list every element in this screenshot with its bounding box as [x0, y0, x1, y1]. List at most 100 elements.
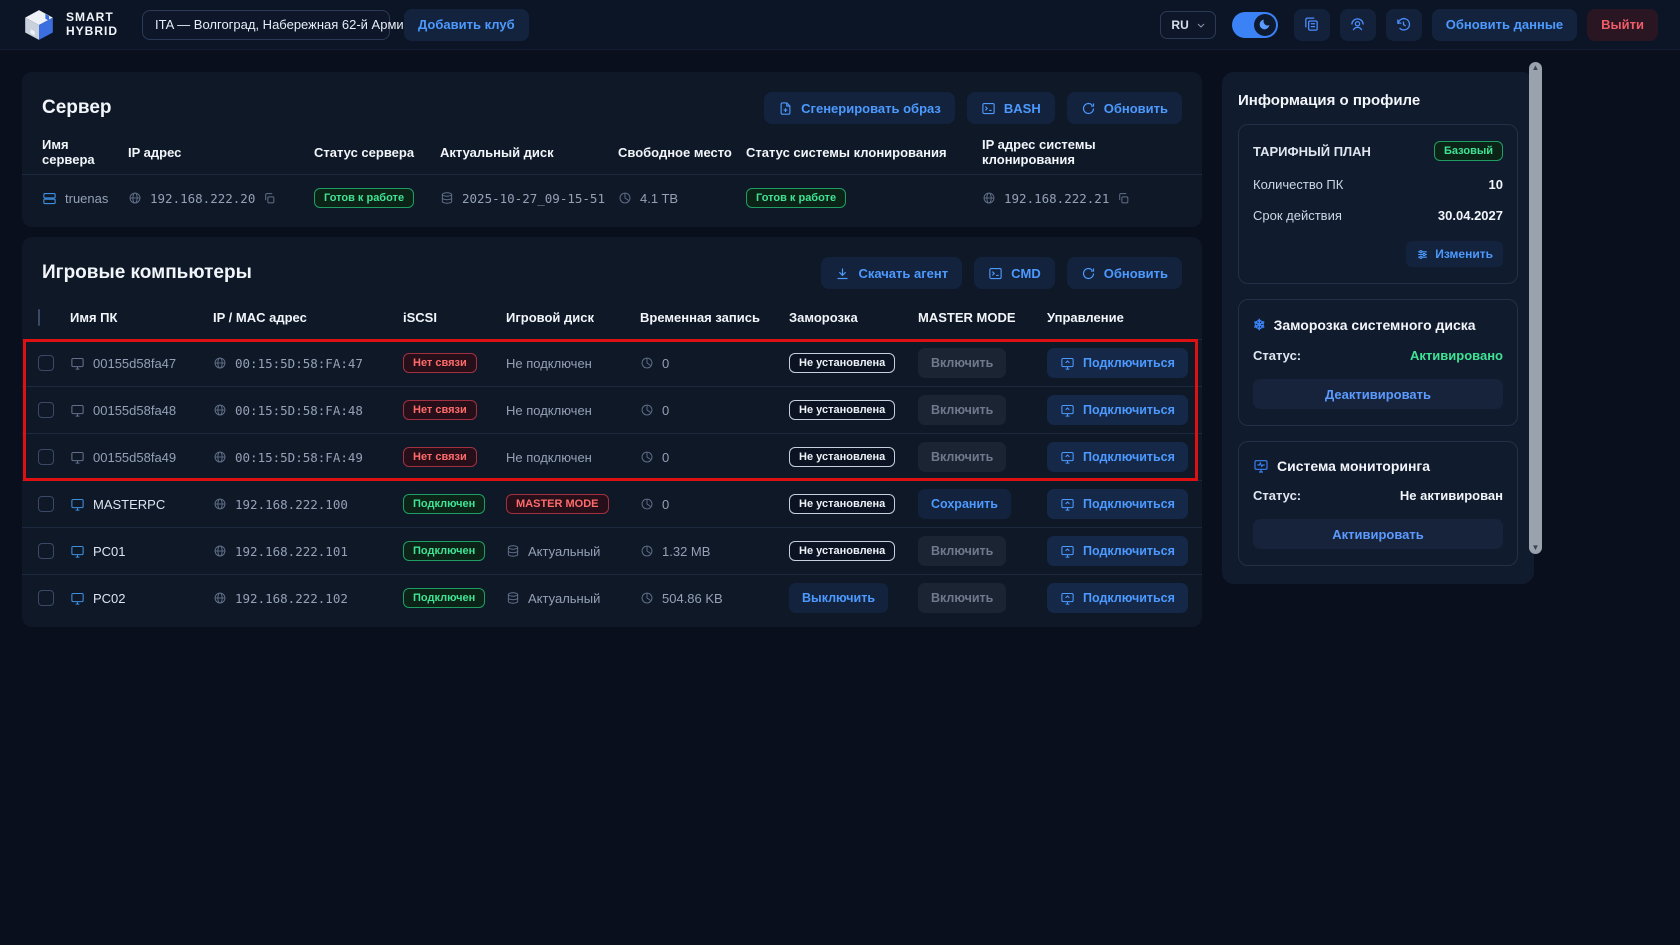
- freeze-status-badge: Не установлена: [789, 400, 895, 420]
- row-checkbox[interactable]: [38, 496, 54, 512]
- temp-record-size: 0: [662, 403, 669, 418]
- connect-monitor-icon: [1060, 356, 1075, 371]
- refresh-icon: [1081, 266, 1096, 281]
- row-checkbox[interactable]: [38, 402, 54, 418]
- server-table-row: truenas 192.168.222.20 Готов к работе 20…: [22, 174, 1202, 221]
- bash-button[interactable]: BASH: [967, 92, 1055, 124]
- download-agent-button[interactable]: Скачать агент: [821, 257, 962, 289]
- row-checkbox[interactable]: [38, 449, 54, 465]
- server-name: truenas: [65, 191, 108, 206]
- history-icon-button[interactable]: [1386, 9, 1422, 41]
- server-ip: 192.168.222.20: [150, 191, 255, 206]
- globe-icon: [213, 450, 227, 464]
- scroll-down-icon[interactable]: ▼: [1532, 544, 1540, 552]
- documents-icon-button[interactable]: [1294, 9, 1330, 41]
- master-mode-button[interactable]: Включить: [918, 348, 1006, 378]
- monitor-icon: [70, 544, 85, 559]
- server-table-header: Имя сервера IP адрес Статус сервера Акту…: [22, 130, 1202, 174]
- disk-icon: [440, 191, 454, 205]
- iscsi-status-badge: Нет связи: [403, 400, 477, 420]
- freeze-status-badge: Не установлена: [789, 541, 895, 561]
- support-icon: [1349, 16, 1366, 33]
- language-selector[interactable]: RU: [1160, 11, 1215, 39]
- monitor-icon: [70, 356, 85, 371]
- monitor-icon: [70, 497, 85, 512]
- pc-name: MASTERPC: [93, 497, 165, 512]
- computers-refresh-button[interactable]: Обновить: [1067, 257, 1182, 289]
- computers-table-body: 00155d58fa47 00:15:5D:58:FA:47 Нет связи…: [22, 339, 1202, 621]
- server-refresh-button[interactable]: Обновить: [1067, 92, 1182, 124]
- table-row: MASTERPC 192.168.222.100 Подключен MASTE…: [22, 480, 1202, 527]
- pc-address: 00:15:5D:58:FA:49: [235, 450, 363, 465]
- freeze-status-value: Активировано: [1410, 348, 1503, 363]
- master-mode-button[interactable]: Включить: [918, 395, 1006, 425]
- master-mode-button[interactable]: Включить: [918, 442, 1006, 472]
- computers-panel-title: Игровые компьютеры: [42, 262, 252, 284]
- globe-icon: [213, 497, 227, 511]
- connect-button[interactable]: Подключиться: [1047, 348, 1188, 378]
- server-panel-title: Сервер: [42, 97, 112, 119]
- profile-sidebar: Информация о профиле ТАРИФНЫЙ ПЛАН Базов…: [1222, 72, 1534, 584]
- history-icon: [1395, 16, 1412, 33]
- refresh-data-button[interactable]: Обновить данные: [1432, 9, 1577, 41]
- table-row: 00155d58fa48 00:15:5D:58:FA:48 Нет связи…: [22, 386, 1202, 433]
- connect-button[interactable]: Подключиться: [1047, 442, 1188, 472]
- pc-name: PC02: [93, 591, 126, 606]
- iscsi-status-badge: Подключен: [403, 494, 485, 514]
- table-row: 00155d58fa49 00:15:5D:58:FA:49 Нет связи…: [22, 433, 1202, 480]
- freeze-status-badge: Не установлена: [789, 447, 895, 467]
- master-save-button[interactable]: Сохранить: [918, 489, 1011, 519]
- connect-button[interactable]: Подключиться: [1047, 536, 1188, 566]
- freeze-off-button[interactable]: Выключить: [789, 583, 888, 613]
- file-plus-icon: [778, 101, 793, 116]
- master-mode-button[interactable]: Включить: [918, 536, 1006, 566]
- terminal-icon: [981, 101, 996, 116]
- globe-icon: [128, 191, 142, 205]
- cmd-button[interactable]: CMD: [974, 257, 1055, 289]
- scroll-up-icon[interactable]: ▲: [1532, 64, 1540, 72]
- logout-button[interactable]: Выйти: [1587, 9, 1658, 41]
- profile-title: Информация о профиле: [1238, 92, 1518, 109]
- edit-tariff-button[interactable]: Изменить: [1406, 241, 1503, 267]
- connect-monitor-icon: [1060, 497, 1075, 512]
- pc-address: 192.168.222.100: [235, 497, 348, 512]
- row-checkbox[interactable]: [38, 355, 54, 371]
- table-row: PC01 192.168.222.101 Подключен Актуальны…: [22, 527, 1202, 574]
- select-all-checkbox[interactable]: [38, 309, 40, 326]
- copy-icon[interactable]: [1117, 192, 1130, 205]
- brand: SMART HYBRID: [22, 8, 118, 42]
- top-navigation-bar: SMART HYBRID ITA — Волгоград, Набережная…: [0, 0, 1680, 50]
- deactivate-freeze-button[interactable]: Деактивировать: [1253, 379, 1503, 409]
- copy-icon[interactable]: [263, 192, 276, 205]
- connect-button[interactable]: Подключиться: [1047, 583, 1188, 613]
- generate-image-button[interactable]: Сгенерировать образ: [764, 92, 955, 124]
- vertical-scrollbar[interactable]: ▲ ▼: [1529, 62, 1542, 554]
- validity-label: Срок действия: [1253, 208, 1342, 223]
- pc-address: 192.168.222.101: [235, 544, 348, 559]
- usage-pie-icon: [640, 497, 654, 511]
- temp-record-size: 0: [662, 356, 669, 371]
- connect-button[interactable]: Подключиться: [1047, 489, 1188, 519]
- add-club-button[interactable]: Добавить клуб: [404, 9, 529, 41]
- support-icon-button[interactable]: [1340, 9, 1376, 41]
- pc-address: 192.168.222.102: [235, 591, 348, 606]
- monitoring-status-label: Статус:: [1253, 488, 1301, 503]
- dark-mode-toggle[interactable]: [1232, 12, 1278, 38]
- globe-icon: [213, 591, 227, 605]
- connect-button[interactable]: Подключиться: [1047, 395, 1188, 425]
- server-panel: Сервер Сгенерировать образ BASH: [22, 72, 1202, 227]
- iscsi-status-badge: Нет связи: [403, 447, 477, 467]
- game-disk-status: Не подключен: [506, 403, 592, 418]
- activate-monitoring-button[interactable]: Активировать: [1253, 519, 1503, 549]
- connect-monitor-icon: [1060, 403, 1075, 418]
- globe-icon: [213, 544, 227, 558]
- row-checkbox[interactable]: [38, 543, 54, 559]
- server-icon: [42, 191, 57, 206]
- iscsi-status-badge: Нет связи: [403, 353, 477, 373]
- usage-pie-icon: [640, 591, 654, 605]
- iscsi-status-badge: Подключен: [403, 588, 485, 608]
- club-selector[interactable]: ITA — Волгоград, Набережная 62-й Армии: [142, 10, 390, 40]
- monitoring-status-value: Не активирован: [1400, 488, 1503, 503]
- row-checkbox[interactable]: [38, 590, 54, 606]
- master-mode-button[interactable]: Включить: [918, 583, 1006, 613]
